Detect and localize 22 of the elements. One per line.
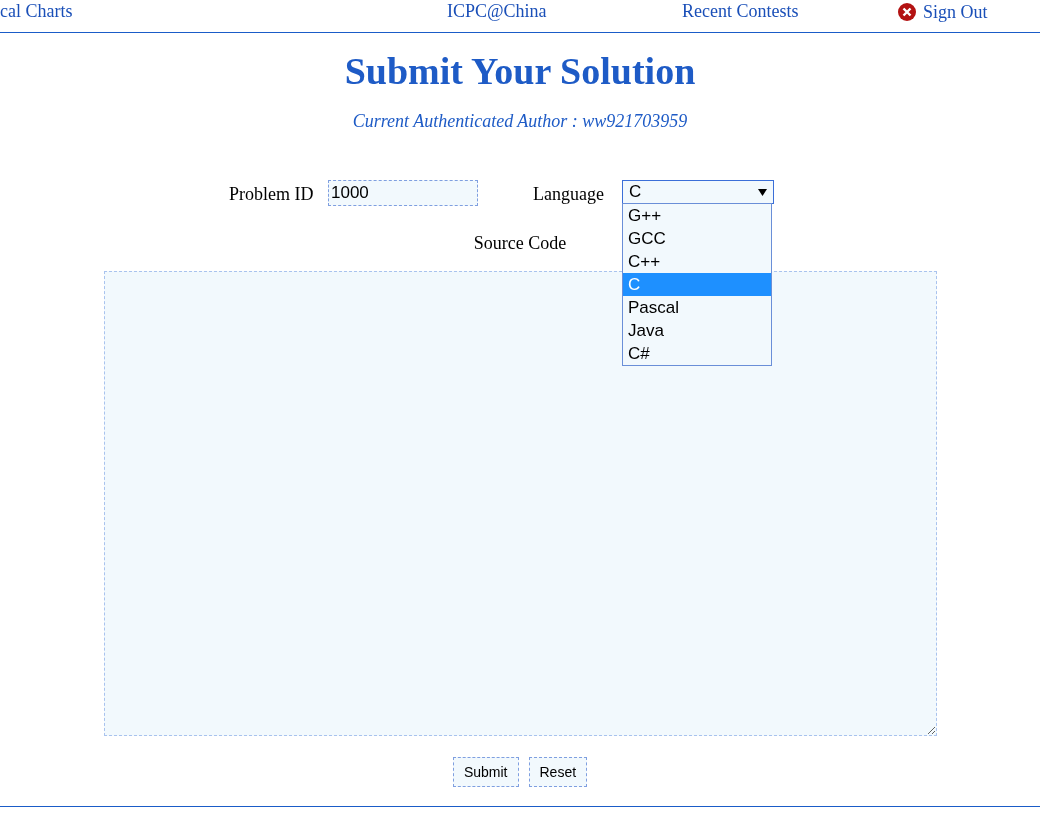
- source-code-field[interactable]: [103, 271, 937, 736]
- nav-link[interactable]: Recent Contests: [682, 0, 799, 22]
- sign-out-link[interactable]: Sign Out: [897, 1, 988, 23]
- page-title: Submit Your Solution: [344, 49, 696, 94]
- source-code-label: Source Code: [473, 232, 567, 255]
- dropdown-option[interactable]: C#: [623, 342, 771, 365]
- dropdown-option[interactable]: Pascal: [623, 296, 771, 319]
- language-label: Language: [533, 183, 604, 206]
- dropdown-option[interactable]: C++: [623, 250, 771, 273]
- dropdown-option[interactable]: Java: [623, 319, 771, 342]
- close-icon: [897, 2, 917, 22]
- author-text: Current Authenticated Author : ww921703959: [352, 110, 688, 133]
- dropdown-option[interactable]: GCC: [623, 227, 771, 250]
- nav-link[interactable]: ICPC@China: [447, 0, 547, 22]
- caret-icon: [758, 188, 767, 196]
- problem-id-label: Problem ID: [229, 183, 314, 206]
- language-select[interactable]: C: [622, 180, 774, 204]
- form-button[interactable]: Reset: [528, 757, 588, 787]
- form-button[interactable]: Submit: [452, 757, 519, 787]
- problem-id-field[interactable]: 1000: [328, 180, 478, 206]
- dropdown-option[interactable]: G++: [623, 204, 771, 227]
- nav-link[interactable]: cal Charts: [0, 0, 73, 22]
